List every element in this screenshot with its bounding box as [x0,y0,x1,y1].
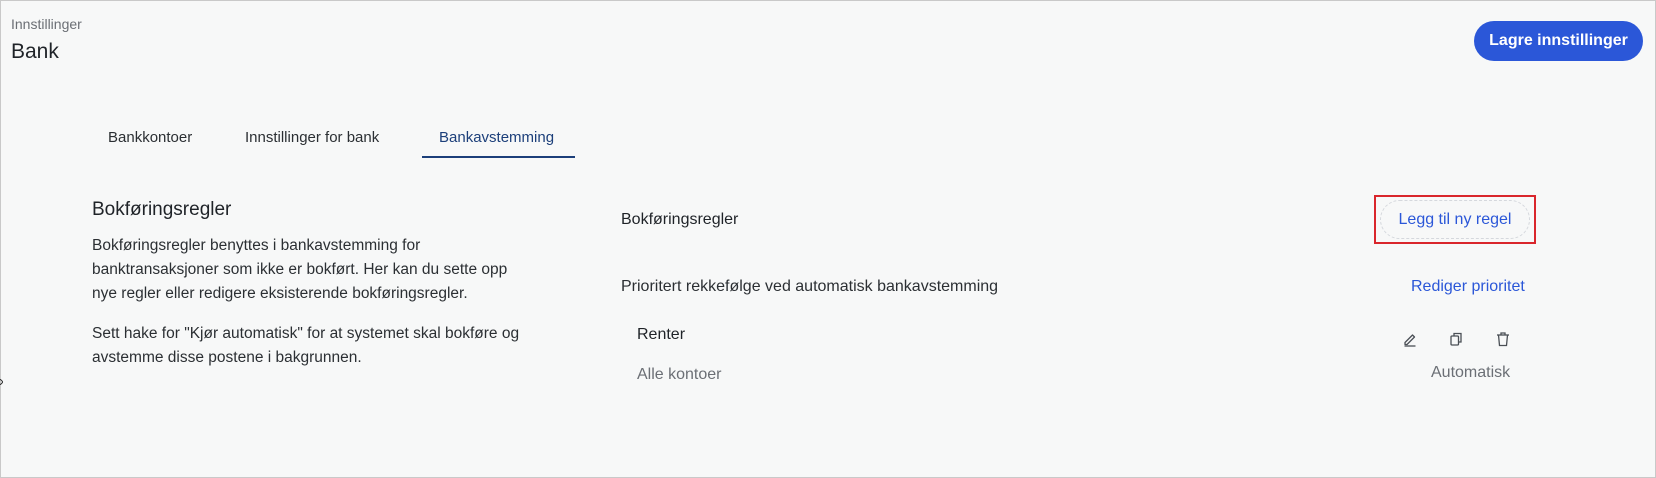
pencil-icon [1404,334,1416,347]
auto-run-paragraph: Sett hake for "Kjør automatisk" for at s… [92,325,520,366]
trash-icon [1497,332,1509,347]
save-settings-button[interactable]: Lagre innstillinger [1474,21,1643,61]
edit-rule-button[interactable] [1399,328,1421,350]
rule-mode: Automatisk [1431,364,1511,381]
tab-bankavstemming[interactable]: Bankavstemming [439,129,554,159]
rule-name[interactable]: Renter [637,326,685,344]
tab-bankkontoer[interactable]: Bankkontoer [108,129,192,159]
add-rule-button[interactable]: Legg til ny regel [1380,200,1530,239]
delete-rule-button[interactable] [1492,328,1514,350]
priority-label: Prioritert rekkefølge ved automatisk ban… [621,278,999,295]
breadcrumb[interactable]: Innstillinger [11,16,82,32]
rule-accounts: Alle kontoer [637,366,722,383]
copy-rule-button[interactable] [1445,328,1467,350]
tab-innstillinger-for-bank[interactable]: Innstillinger for bank [245,129,379,159]
description-paragraph: Bokføringsregler benyttes i bankavstemmi… [92,237,508,302]
copy-icon [1450,332,1462,346]
cursor-mark [0,379,3,385]
active-tab-indicator [422,156,575,158]
rules-panel-title: Bokføringsregler [621,211,739,228]
page-title: Bank [11,40,59,63]
edit-priority-link[interactable]: Rediger prioritet [1411,278,1525,296]
section-title: Bokføringsregler [92,199,232,220]
